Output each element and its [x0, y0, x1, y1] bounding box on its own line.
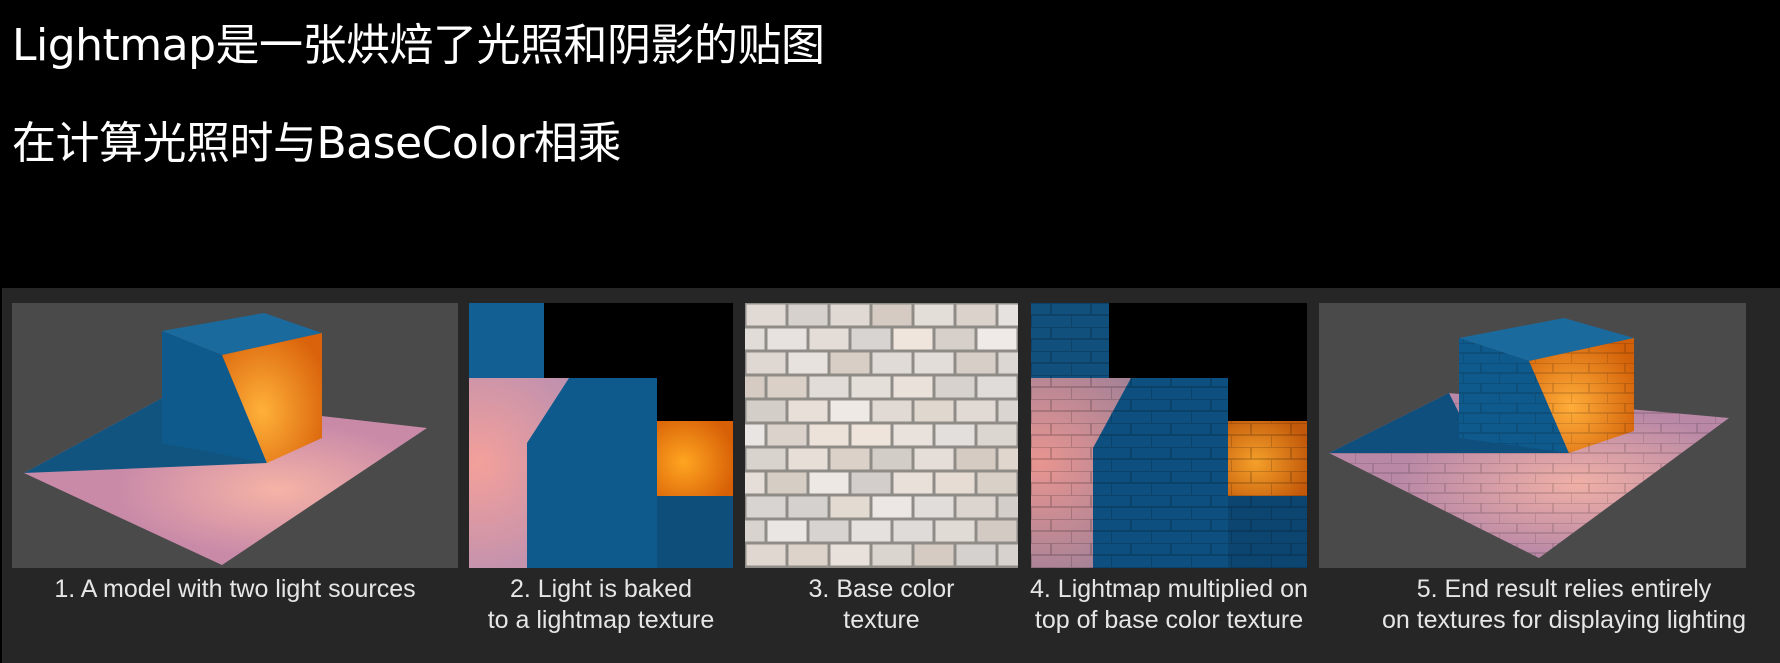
caption-lightmap: 2. Light is baked to a lightmap texture — [487, 575, 715, 634]
panel-multiplied-image — [1031, 303, 1307, 568]
caption-base-color: 3. Base color texture — [808, 575, 955, 634]
caption-multiplied: 4. Lightmap multiplied on top of base co… — [1030, 575, 1308, 634]
caption-end-result: 5. End result relies entirely on texture… — [1381, 575, 1747, 634]
heading-line-1: Lightmap是一张烘焙了光照和阴影的贴图 — [12, 20, 825, 71]
panel-lightmap-image — [469, 303, 733, 568]
panel-model-image — [12, 303, 458, 568]
panel-base-color-image — [745, 303, 1018, 568]
caption-model: 1. A model with two light sources — [54, 575, 416, 603]
heading-line-2: 在计算光照时与BaseColor相乘 — [12, 118, 622, 169]
panel-end-result-image — [1319, 303, 1746, 568]
